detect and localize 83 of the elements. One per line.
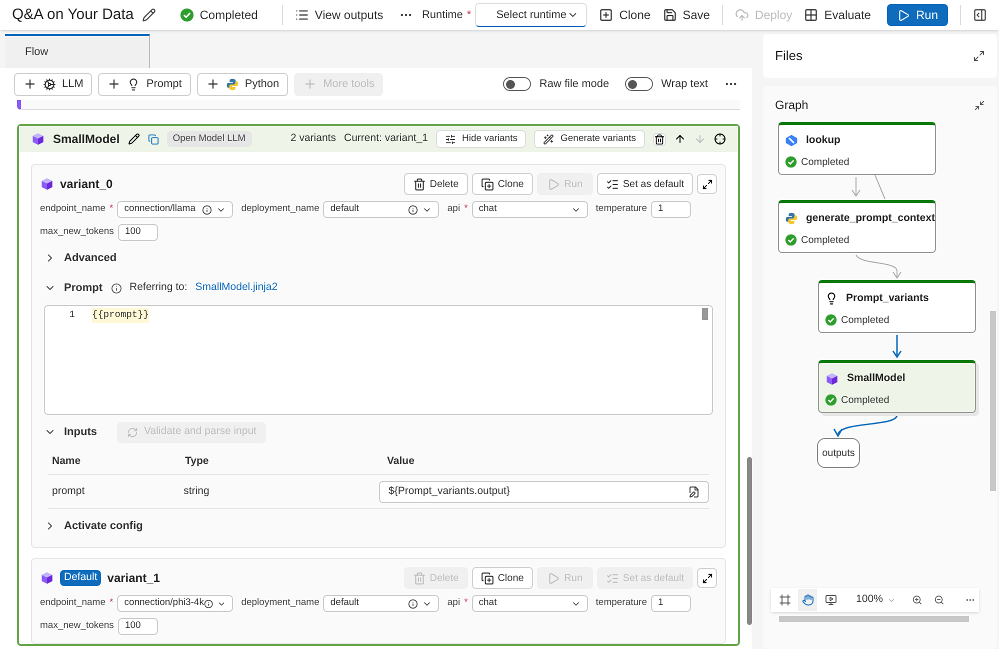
- graph-node[interactable]: generate_prompt_context Completed: [778, 200, 936, 253]
- flow-tab[interactable]: Flow: [5, 34, 150, 68]
- variant-name: variant_1: [107, 570, 160, 587]
- variant-action-button[interactable]: Clone: [472, 567, 533, 589]
- param-label: deployment_name: [241, 202, 320, 216]
- value-field[interactable]: ${Prompt_variants.output}: [379, 480, 709, 502]
- required-mark: *: [110, 202, 114, 216]
- param-field[interactable]: 100: [118, 618, 158, 635]
- runtime-select[interactable]: Select runtime: [475, 3, 588, 27]
- run-button[interactable]: Run: [886, 4, 948, 26]
- node-name: SmallModel: [847, 371, 906, 386]
- panel-title: Graph: [775, 97, 808, 114]
- graph-node[interactable]: Prompt_variants Completed: [818, 280, 976, 333]
- file-link[interactable]: SmallModel.jinja2: [195, 280, 278, 296]
- view-outputs-button[interactable]: View outputs: [294, 6, 384, 24]
- param-field[interactable]: 100: [118, 224, 158, 241]
- add-tool-button[interactable]: LLM: [14, 72, 92, 96]
- variant-toggle-button[interactable]: Hide variants: [436, 130, 526, 148]
- variant-action-button[interactable]: Clone: [472, 173, 533, 195]
- variant-action-button[interactable]: Set as default: [596, 173, 693, 195]
- node-status: Completed: [841, 314, 890, 328]
- zoom-select[interactable]: 100%: [856, 592, 896, 608]
- variant-action-button[interactable]: Delete: [404, 173, 468, 195]
- param-field[interactable]: 1: [651, 595, 691, 612]
- param-select[interactable]: connection/phi3-4k: [117, 595, 234, 612]
- line-number: 1: [68, 308, 75, 322]
- current-variant: Current: variant_1: [344, 131, 428, 146]
- section-title[interactable]: Advanced: [64, 250, 117, 266]
- node-type-badge: Open Model LLM: [166, 130, 252, 148]
- toolbar-button[interactable]: Clone: [599, 6, 651, 24]
- param-label: endpoint_name: [40, 202, 106, 216]
- section-title[interactable]: Prompt: [64, 280, 102, 296]
- toolbar-button[interactable]: Evaluate: [804, 6, 871, 24]
- variant-name: variant_0: [60, 176, 113, 193]
- param-label: max_new_tokens: [40, 225, 114, 240]
- node-status: Completed: [801, 156, 850, 170]
- node-status: Completed: [841, 394, 890, 408]
- section-title[interactable]: Activate config: [64, 518, 143, 534]
- add-tool-button[interactable]: Prompt: [98, 72, 191, 96]
- outputs-node[interactable]: outputs: [817, 438, 860, 468]
- graph-node[interactable]: lookup Completed: [778, 122, 936, 175]
- runtime-label: Runtime: [422, 8, 463, 23]
- flow-title: Q&A on Your Data: [12, 4, 134, 25]
- node-name: Prompt_variants: [846, 291, 929, 306]
- required-mark: *: [466, 8, 472, 23]
- required-mark: *: [110, 596, 114, 610]
- toolbar-button[interactable]: Save: [662, 6, 710, 24]
- param-label: endpoint_name: [40, 596, 106, 610]
- required-mark: *: [464, 202, 468, 216]
- node-name: generate_prompt_context: [806, 211, 935, 226]
- toggle-label: Wrap text: [661, 76, 708, 92]
- node-name: SmallModel: [53, 131, 120, 148]
- param-select[interactable]: default: [323, 201, 440, 218]
- param-select[interactable]: chat: [472, 201, 588, 218]
- variant-count: 2 variants: [290, 131, 336, 146]
- param-label: deployment_name: [241, 596, 320, 610]
- table-cell-text: prompt: [51, 484, 86, 499]
- param-label: temperature: [596, 202, 647, 216]
- param-select[interactable]: default: [323, 595, 440, 612]
- default-badge: Default: [60, 570, 102, 586]
- param-select[interactable]: chat: [472, 595, 588, 612]
- param-label: api: [447, 596, 460, 610]
- required-mark: *: [464, 596, 468, 610]
- column-header: Type: [184, 454, 210, 469]
- param-label: max_new_tokens: [40, 619, 114, 634]
- add-tool-button[interactable]: Python: [196, 72, 288, 96]
- code-editor[interactable]: 1 {{prompt}}: [44, 305, 713, 415]
- column-header: Name: [51, 454, 82, 469]
- node-name: lookup: [806, 133, 840, 148]
- param-label: temperature: [596, 596, 647, 610]
- column-header: Value: [386, 454, 416, 469]
- section-title[interactable]: Inputs: [64, 424, 97, 440]
- graph-node[interactable]: SmallModel Completed: [818, 360, 976, 413]
- status-label: Completed: [180, 6, 258, 24]
- param-field[interactable]: 1: [651, 201, 691, 218]
- node-status: Completed: [801, 234, 850, 248]
- toggle-label: Raw file mode: [539, 76, 610, 92]
- variant-toggle-button[interactable]: Generate variants: [534, 130, 645, 148]
- table-cell-text: string: [182, 484, 210, 499]
- panel-title: Files: [775, 47, 802, 66]
- param-select[interactable]: connection/llama: [117, 201, 234, 218]
- param-label: api: [447, 202, 460, 216]
- reference-text: Referring to:: [130, 280, 188, 296]
